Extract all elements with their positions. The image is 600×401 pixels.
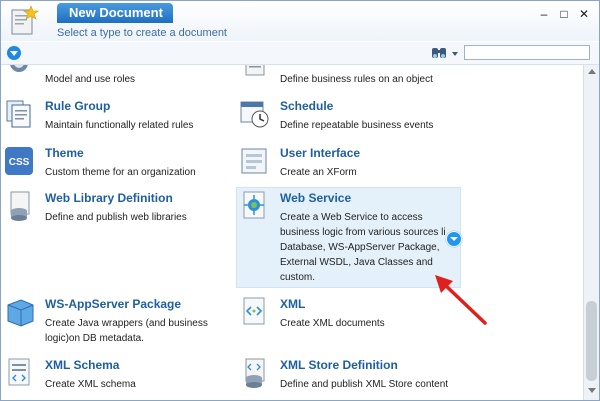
toolbar <box>1 42 599 65</box>
scroll-up-icon[interactable] <box>588 69 596 74</box>
item-title: User Interface <box>280 146 361 160</box>
annotation-arrow-icon <box>435 275 487 325</box>
list-item-theme[interactable]: CSS Theme Custom theme for an organizati… <box>5 146 229 180</box>
list-item-rules[interactable]: Define business rules on an object <box>240 65 464 85</box>
list-item-roles[interactable]: Model and use roles <box>5 65 229 85</box>
item-description: Define repeatable business events <box>280 120 434 131</box>
window-subtitle: Select a type to create a document <box>57 27 227 39</box>
xml-icon <box>243 297 265 325</box>
item-description-line: logic)on DB metadata. <box>45 333 144 344</box>
xml-store-icon <box>245 358 265 388</box>
xml-schema-icon <box>8 358 30 386</box>
item-title: WS-AppServer Package <box>45 297 182 311</box>
list-item-web-library-definition[interactable]: Web Library Definition Define and publis… <box>5 191 229 225</box>
item-options-dropdown-icon[interactable] <box>446 231 462 247</box>
list-item-schedule[interactable]: Schedule Define repeatable business even… <box>240 99 464 133</box>
scrollbar-thumb[interactable] <box>586 301 597 381</box>
rule-icon <box>245 65 265 76</box>
item-description-line: Create Java wrappers (and business <box>45 318 208 329</box>
item-title: Web Library Definition <box>45 191 173 205</box>
svg-text:CSS: CSS <box>9 157 30 168</box>
item-title: Schedule <box>280 99 334 113</box>
list-item-web-service[interactable]: Web Service Create a Web Service to acce… <box>240 191 464 283</box>
window-title: New Document <box>57 3 173 23</box>
item-title: Theme <box>45 146 84 160</box>
new-document-icon <box>11 5 39 35</box>
minimize-button[interactable]: – <box>536 7 552 21</box>
item-title: XML <box>280 297 306 311</box>
item-description: Define and publish web libraries <box>45 212 187 223</box>
collapse-toggle-icon[interactable] <box>7 46 21 60</box>
close-button[interactable]: ✕ <box>576 7 592 21</box>
web-service-icon <box>243 191 265 219</box>
item-title: XML Store Definition <box>280 358 398 372</box>
item-description-line: External WSDL, Java Classes and <box>280 257 433 268</box>
item-title: Rule Group <box>45 99 111 113</box>
item-description: Custom theme for an organization <box>45 167 196 178</box>
search-input[interactable] <box>464 45 590 60</box>
item-description-line: business logic from various sources li <box>280 227 446 238</box>
list-item-user-interface[interactable]: User Interface Create an XForm <box>240 146 464 180</box>
roles-icon <box>10 65 28 72</box>
item-description: Model and use roles <box>45 74 136 85</box>
item-description: Define business rules on an object <box>280 74 433 85</box>
window-header: New Document Select a type to create a d… <box>1 1 599 41</box>
item-description-line: Database, WS-AppServer Package, <box>280 242 440 253</box>
list-item-xml-store-definition[interactable]: XML Store Definition Define and publish … <box>240 358 464 392</box>
package-icon <box>7 299 34 327</box>
item-title: Web Service <box>280 191 352 205</box>
user-interface-icon <box>241 148 267 174</box>
item-title: XML Schema <box>45 358 120 372</box>
rule-group-icon <box>6 100 31 128</box>
css-icon: CSS <box>5 147 33 175</box>
binoculars-icon[interactable] <box>430 45 460 61</box>
document-type-list: Model and use roles Define business rule… <box>1 65 583 399</box>
list-item-ws-appserver-package[interactable]: WS-AppServer Package Create Java wrapper… <box>5 297 229 344</box>
item-description-line: Create a Web Service to access <box>280 212 423 223</box>
maximize-button[interactable]: □ <box>556 7 572 21</box>
web-library-icon <box>10 191 30 221</box>
item-description: Create XML documents <box>280 318 385 329</box>
item-description-line: custom. <box>280 272 316 283</box>
list-item-xml-schema[interactable]: XML Schema Create XML schema <box>5 358 229 392</box>
item-description: Maintain functionally related rules <box>45 120 194 131</box>
item-description: Create XML schema <box>45 379 136 390</box>
list-item-rule-group[interactable]: Rule Group Maintain functionally related… <box>5 99 229 133</box>
new-document-window: New Document Select a type to create a d… <box>0 0 600 401</box>
item-description: Define and publish XML Store content <box>280 379 449 390</box>
vertical-scrollbar[interactable] <box>583 65 599 400</box>
schedule-icon <box>240 101 269 128</box>
item-description: Create an XForm <box>280 167 357 178</box>
scroll-down-icon[interactable] <box>588 388 596 393</box>
